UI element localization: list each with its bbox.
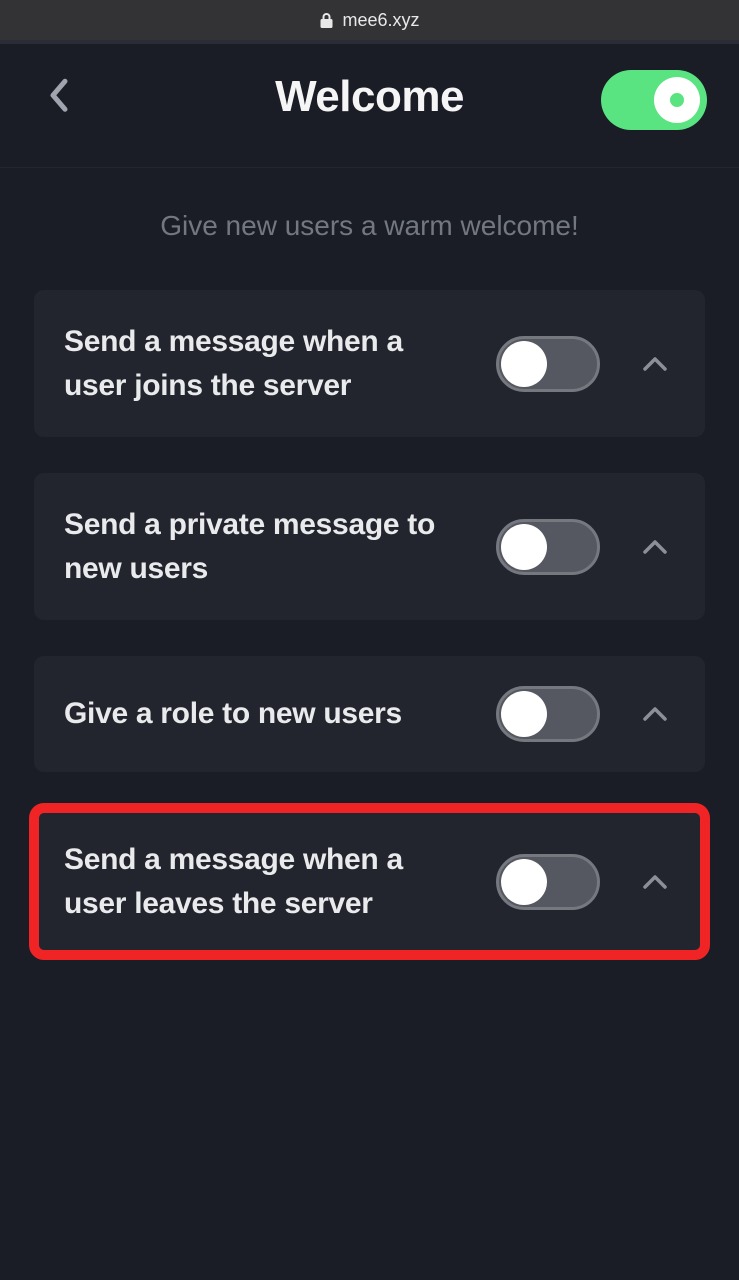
setting-label: Send a private message to new users: [64, 503, 476, 590]
browser-url: mee6.xyz: [342, 10, 419, 31]
setting-toggle-join-message[interactable]: [496, 336, 600, 392]
expand-button[interactable]: [635, 344, 675, 384]
browser-address-bar: mee6.xyz: [0, 0, 739, 40]
setting-label: Send a message when a user joins the ser…: [64, 320, 476, 407]
setting-card-give-role: Give a role to new users: [34, 656, 705, 772]
page-content: Welcome Give new users a warm welcome! S…: [0, 40, 739, 1280]
lock-icon: [319, 12, 334, 29]
expand-button[interactable]: [635, 862, 675, 902]
setting-card-private-message: Send a private message to new users: [34, 473, 705, 620]
toggle-knob: [654, 77, 700, 123]
setting-label: Send a message when a user leaves the se…: [64, 838, 476, 925]
welcome-feature-toggle[interactable]: [601, 70, 707, 130]
toggle-knob: [501, 524, 547, 570]
setting-card-leave-message: Send a message when a user leaves the se…: [34, 808, 705, 955]
toggle-knob: [501, 859, 547, 905]
toggle-knob: [501, 341, 547, 387]
expand-button[interactable]: [635, 694, 675, 734]
chevron-up-icon: [642, 356, 668, 372]
setting-card-join-message: Send a message when a user joins the ser…: [34, 290, 705, 437]
page-subtitle: Give new users a warm welcome!: [0, 168, 739, 290]
setting-toggle-give-role[interactable]: [496, 686, 600, 742]
setting-toggle-leave-message[interactable]: [496, 854, 600, 910]
expand-button[interactable]: [635, 527, 675, 567]
chevron-up-icon: [642, 706, 668, 722]
settings-list: Send a message when a user joins the ser…: [0, 290, 739, 955]
toggle-knob: [501, 691, 547, 737]
setting-label: Give a role to new users: [64, 692, 476, 736]
setting-toggle-private-message[interactable]: [496, 519, 600, 575]
page-header: Welcome: [0, 44, 739, 168]
chevron-up-icon: [642, 874, 668, 890]
chevron-up-icon: [642, 539, 668, 555]
back-button[interactable]: [48, 77, 70, 118]
